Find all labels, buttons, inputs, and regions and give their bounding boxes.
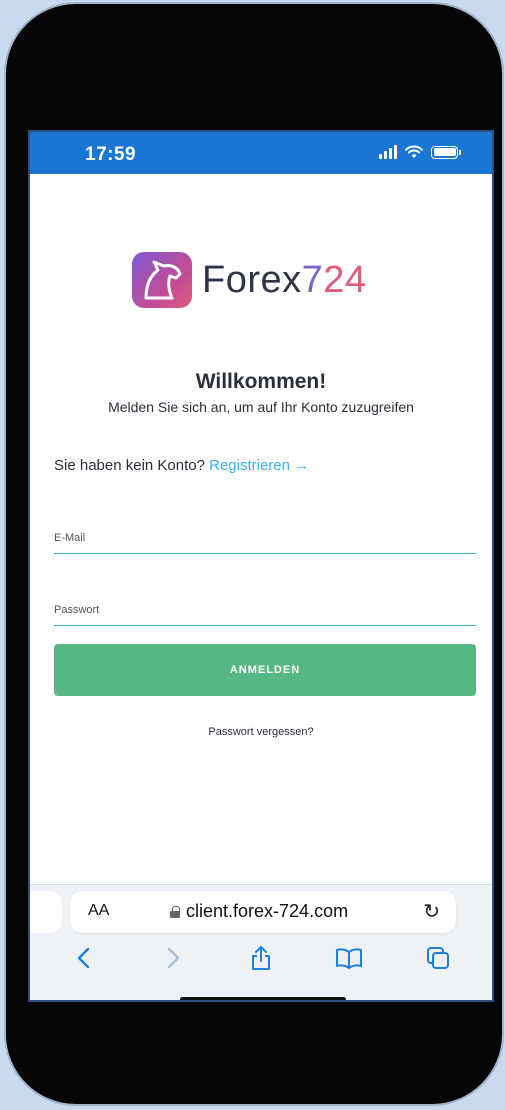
brand-number-second: 24: [323, 258, 367, 301]
cellular-signal-icon: [379, 145, 397, 159]
browser-toolbar: AA client.forex-724.com ↻: [30, 884, 492, 1000]
status-icons: [379, 145, 461, 159]
share-icon[interactable]: [241, 945, 281, 978]
password-field[interactable]: [54, 596, 476, 626]
forgot-password-link[interactable]: Passwort vergessen?: [30, 726, 492, 738]
register-prompt: Sie haben kein Konto?: [54, 457, 205, 474]
phone-frame: 17:59 Forex724 Willkommen! Melden Sie si…: [6, 4, 502, 1104]
lock-icon: [170, 905, 180, 918]
address-bar[interactable]: AA client.forex-724.com ↻: [70, 891, 456, 933]
status-bar: 17:59: [30, 132, 492, 174]
brand-logo: Forex724: [132, 252, 367, 308]
welcome-title: Willkommen!: [195, 370, 327, 393]
back-icon[interactable]: [64, 947, 104, 976]
email-field[interactable]: [54, 524, 476, 554]
password-input[interactable]: [54, 596, 476, 616]
home-indicator[interactable]: [180, 997, 346, 1000]
battery-icon: [431, 145, 461, 159]
bookmarks-icon[interactable]: [329, 947, 369, 976]
register-link[interactable]: Registrieren →: [209, 457, 309, 474]
previous-tab-pill[interactable]: [30, 891, 62, 933]
brand-name: Forex: [202, 258, 302, 301]
screen: 17:59 Forex724 Willkommen! Melden Sie si…: [28, 130, 494, 1002]
url-display[interactable]: client.forex-724.com: [170, 901, 348, 922]
text-size-button[interactable]: AA: [88, 902, 109, 920]
register-prompt-line: Sie haben kein Konto? Registrieren →: [54, 457, 309, 474]
wifi-icon: [405, 145, 423, 158]
login-button[interactable]: ANMELDEN: [54, 644, 476, 696]
horse-logo-icon: [132, 252, 192, 308]
brand-wordmark: Forex724: [202, 259, 367, 302]
reload-icon[interactable]: ↻: [423, 899, 440, 924]
tabs-icon[interactable]: [418, 946, 458, 977]
forward-icon[interactable]: [153, 947, 193, 976]
welcome-subtitle: Melden Sie sich an, um auf Ihr Konto zuz…: [108, 399, 414, 415]
url-text: client.forex-724.com: [186, 901, 349, 921]
email-input[interactable]: [54, 524, 476, 544]
browser-nav-row: [30, 943, 492, 979]
brand-number-first: 7: [301, 258, 324, 301]
status-time: 17:59: [85, 144, 137, 165]
